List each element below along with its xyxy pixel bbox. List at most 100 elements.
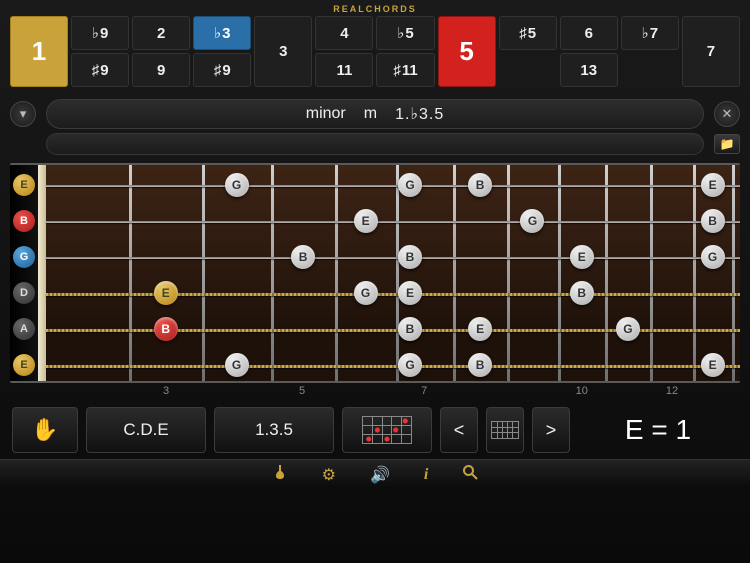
interval-cell[interactable]: 5 [438,16,496,87]
fret [271,165,274,381]
interval-cell[interactable]: 9 [71,16,129,50]
interval-cell[interactable]: 7 [621,16,679,50]
speaker-icon[interactable]: 🔊 [370,465,390,485]
open-string-note[interactable]: E [13,354,35,376]
interval-cell[interactable]: 3 [254,16,312,87]
fret-number: 3 [163,385,169,397]
interval-cell[interactable]: 5 [376,16,434,50]
interval-cell[interactable]: 9 [193,53,251,87]
folder-button[interactable]: 📁 [714,134,740,154]
interval-cell[interactable]: 6 [560,16,618,50]
fret-number-row: 357101215 [0,383,750,401]
fret-number: 10 [576,385,588,397]
chord-chart-icon [362,416,412,444]
fretboard-note[interactable]: E [154,281,178,305]
hand-button[interactable]: ✋ [12,407,78,453]
fretboard-note[interactable]: G [398,353,422,377]
guitar-icon[interactable] [272,464,288,485]
fretboard-note[interactable]: G [616,317,640,341]
chord-info-bar: ▾ minor m 1.♭3.5 ✕ [0,95,750,131]
chord-chart-button[interactable] [342,407,432,453]
interval-cell[interactable]: 2 [132,16,190,50]
fretboard-note[interactable]: G [354,281,378,305]
open-string-note[interactable]: A [13,318,35,340]
fretboard-note[interactable]: E [354,209,378,233]
grid-icon [491,421,519,439]
interval-cell[interactable]: 4 [315,16,373,50]
interval-cell[interactable]: 9 [71,53,129,87]
fretboard-note[interactable]: E [701,353,725,377]
interval-cell[interactable]: 1 [10,16,68,87]
fretboard-note[interactable]: G [398,173,422,197]
fret [650,165,653,381]
fretboard-note[interactable]: G [225,353,249,377]
folder-icon: 📁 [720,137,735,151]
fret [396,165,399,381]
open-string-note[interactable]: D [13,282,35,304]
fretboard-note[interactable]: B [154,317,178,341]
string [46,365,740,368]
root-equation: E = 1 [578,414,738,446]
fretboard-note[interactable]: G [520,209,544,233]
prev-voicing-button[interactable]: < [440,407,478,453]
fretboard-note[interactable]: E [468,317,492,341]
chord-symbol: m [364,105,377,123]
interval-grid: 199293934115115561377 [0,16,750,95]
interval-cell[interactable]: 3 [193,16,251,50]
chord-display[interactable]: minor m 1.♭3.5 [46,99,704,129]
fret [202,165,205,381]
open-string-note[interactable]: G [13,246,35,268]
info-icon[interactable]: i [424,466,428,484]
fretboard-note[interactable]: B [468,173,492,197]
string [46,257,740,259]
hand-icon: ✋ [31,417,58,443]
preset-bar: 📁 [0,131,750,163]
degree-names-button[interactable]: 1.3.5 [214,407,334,453]
search-icon[interactable] [462,464,478,485]
voicing-grid-button[interactable] [486,407,524,453]
fretboard-note[interactable]: G [225,173,249,197]
fret [453,165,456,381]
gear-icon[interactable]: ⚙ [322,465,336,485]
interval-cell[interactable]: 13 [560,53,618,87]
clear-chord-button[interactable]: ✕ [714,101,740,127]
close-icon: ✕ [722,106,733,122]
fretboard-note[interactable]: B [291,245,315,269]
interval-cell[interactable]: 5 [499,16,557,50]
next-voicing-button[interactable]: > [532,407,570,453]
footer-toolbar: ⚙ 🔊 i [0,459,750,489]
interval-cell[interactable]: 11 [315,53,373,87]
interval-cell[interactable]: 9 [132,53,190,87]
interval-cell[interactable]: 7 [682,16,740,87]
preset-slot[interactable] [46,133,704,155]
open-string-note[interactable]: E [13,174,35,196]
string [46,185,740,187]
fretboard-note[interactable]: E [701,173,725,197]
fret [129,165,132,381]
string [46,221,740,223]
dropdown-arrow-button[interactable]: ▾ [10,101,36,127]
open-string-note[interactable]: B [13,210,35,232]
app-title: REALCHORDS [0,0,750,16]
fretboard-note[interactable]: B [570,281,594,305]
bottom-toolbar: ✋ C.D.E 1.3.5 < > E = 1 [0,401,750,459]
fret [693,165,696,381]
fretboard-container: EBGDAEGBEGEGBBEGBEGBEBEGBGBEG [0,163,750,383]
string [46,293,740,296]
interval-cell [621,53,679,87]
fretboard-note[interactable]: E [398,281,422,305]
nut [38,165,46,381]
fret [558,165,561,381]
fretboard-note[interactable]: B [398,317,422,341]
note-names-button[interactable]: C.D.E [86,407,206,453]
fretboard-note[interactable]: B [468,353,492,377]
fretboard-note[interactable]: E [570,245,594,269]
fretboard-note[interactable]: G [701,245,725,269]
fretboard[interactable]: EBGDAEGBEGEGBBEGBEGBEBEGBGBEG [10,163,740,383]
interval-cell[interactable]: 11 [376,53,434,87]
fretboard-note[interactable]: B [701,209,725,233]
fretboard-note[interactable]: B [398,245,422,269]
interval-cell [499,53,557,87]
fret-number: 12 [666,385,678,397]
app-root: REALCHORDS 199293934115115561377 ▾ minor… [0,0,750,563]
